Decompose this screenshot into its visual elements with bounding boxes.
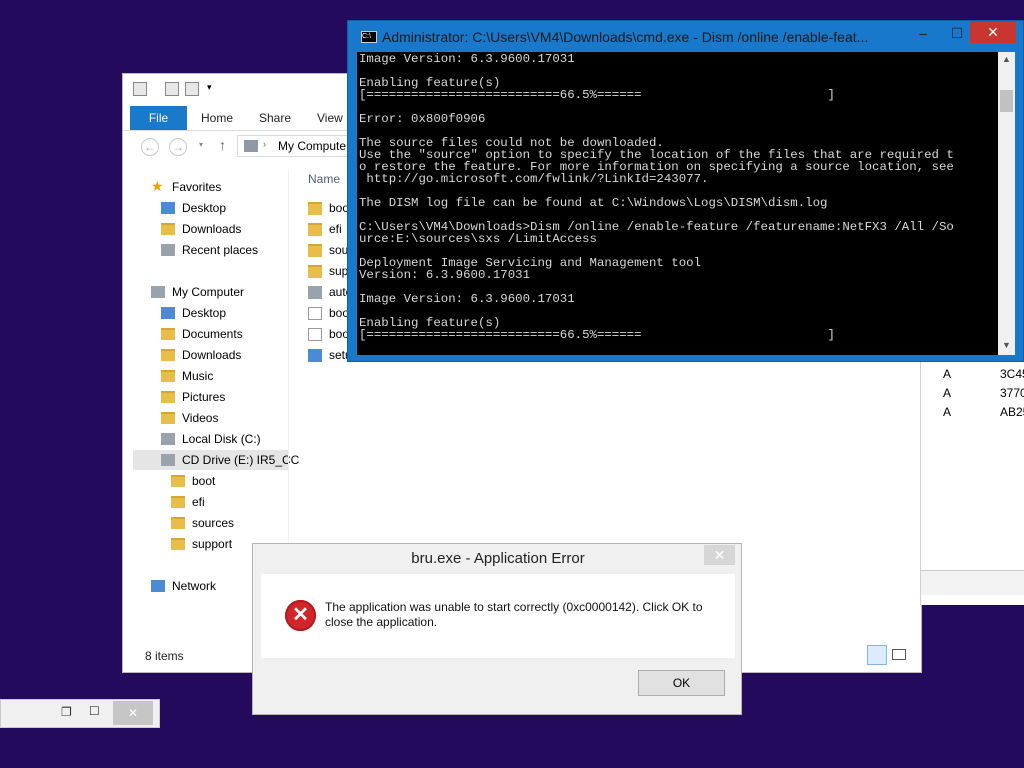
error-icon: ✕ xyxy=(285,600,316,631)
folder-icon xyxy=(308,202,322,215)
attr-cell: A xyxy=(943,405,952,419)
tab-view[interactable]: View xyxy=(317,106,343,130)
forward-button[interactable]: → xyxy=(169,138,187,156)
details-view-icon[interactable] xyxy=(867,645,887,665)
customize-qat-chevron-icon[interactable]: ▾ xyxy=(207,82,212,93)
view-buttons xyxy=(867,645,911,667)
address-text: My Compute xyxy=(278,139,347,153)
videos-folder-icon xyxy=(161,412,175,424)
scroll-thumb[interactable] xyxy=(1000,90,1013,112)
window-title: Administrator: C:\Users\VM4\Downloads\cm… xyxy=(382,29,869,45)
close-button[interactable]: ✕ xyxy=(113,701,153,725)
console-text: Image Version: 6.3.9600.17031 Enabling f… xyxy=(359,52,954,342)
breadcrumb-chevron-icon[interactable]: › xyxy=(263,139,266,149)
folder-icon xyxy=(171,496,185,508)
address-bar[interactable]: › My Compute xyxy=(237,135,355,157)
recent-places-icon xyxy=(161,244,175,256)
star-icon: ★ xyxy=(151,178,164,194)
folder-icon xyxy=(308,265,322,278)
status-bar xyxy=(921,570,1024,595)
folder-icon xyxy=(308,244,322,257)
folder-icon xyxy=(171,517,185,529)
properties-icon[interactable] xyxy=(133,82,147,96)
background-window: A 3C45 A 3770 A AB25 xyxy=(920,355,1024,605)
up-button[interactable]: ↑ xyxy=(219,137,226,153)
hard-drive-icon xyxy=(161,433,175,445)
minimize-button[interactable]: – xyxy=(908,21,938,47)
console-output[interactable]: Image Version: 6.3.9600.17031 Enabling f… xyxy=(357,52,998,355)
network-icon xyxy=(151,580,165,592)
restore-button[interactable]: ❐ xyxy=(61,705,72,719)
tab-home[interactable]: Home xyxy=(201,106,233,130)
command-prompt-window: C:\ Administrator: C:\Users\VM4\Download… xyxy=(347,20,1024,362)
scroll-up-icon[interactable]: ▲ xyxy=(1002,54,1011,64)
folder-icon xyxy=(171,475,185,487)
column-header-name[interactable]: Name xyxy=(308,172,340,186)
file-icon xyxy=(308,328,322,341)
setup-icon xyxy=(308,349,322,362)
dialog-title: bru.exe - Application Error xyxy=(411,550,585,567)
maximize-button[interactable]: ☐ xyxy=(89,704,100,718)
back-button[interactable]: ← xyxy=(141,138,159,156)
tree-pc-cd-drive[interactable]: CD Drive (E:) IR5_CC xyxy=(133,450,299,470)
folder-icon xyxy=(171,538,185,550)
status-item-count: 8 items xyxy=(145,649,184,663)
value-cell: 3C45 xyxy=(1000,367,1024,381)
folder-icon xyxy=(308,223,322,236)
large-icons-view-icon[interactable] xyxy=(892,649,906,660)
maximize-button[interactable]: ☐ xyxy=(942,21,972,47)
rename-icon[interactable] xyxy=(185,82,199,96)
tab-share[interactable]: Share xyxy=(259,106,291,130)
value-cell: 3770 xyxy=(1000,386,1024,400)
desktop-icon xyxy=(161,202,175,214)
close-button[interactable]: ✕ xyxy=(970,21,1016,43)
file-icon xyxy=(308,307,322,320)
downloads-folder-icon xyxy=(161,223,175,235)
dialog-message: The application was unable to start corr… xyxy=(325,600,703,629)
cmd-app-icon: C:\ xyxy=(361,31,377,43)
downloads-folder-icon xyxy=(161,349,175,361)
computer-icon xyxy=(151,286,165,298)
ok-button[interactable]: OK xyxy=(638,670,725,696)
autorun-file-icon xyxy=(308,286,322,299)
cd-drive-icon xyxy=(161,454,175,466)
attr-cell: A xyxy=(943,386,952,400)
documents-folder-icon xyxy=(161,328,175,340)
value-cell: AB25 xyxy=(1000,405,1024,419)
recent-locations-chevron-icon[interactable]: ▾ xyxy=(199,140,203,149)
application-error-dialog: bru.exe - Application Error ✕ ✕ The appl… xyxy=(252,543,742,715)
music-folder-icon xyxy=(161,370,175,382)
minimized-window: ❐ ☐ ✕ xyxy=(0,699,160,728)
pictures-folder-icon xyxy=(161,391,175,403)
vertical-scrollbar[interactable]: ▲ ▼ xyxy=(998,52,1015,355)
desktop-icon xyxy=(161,307,175,319)
new-folder-icon[interactable] xyxy=(165,82,179,96)
attr-cell: A xyxy=(943,367,952,381)
dialog-body: ✕ The application was unable to start co… xyxy=(261,574,735,658)
tab-file[interactable]: File xyxy=(130,106,187,130)
scroll-down-icon[interactable]: ▼ xyxy=(1002,340,1011,350)
computer-icon xyxy=(244,140,258,152)
dialog-close-button[interactable]: ✕ xyxy=(704,545,735,565)
